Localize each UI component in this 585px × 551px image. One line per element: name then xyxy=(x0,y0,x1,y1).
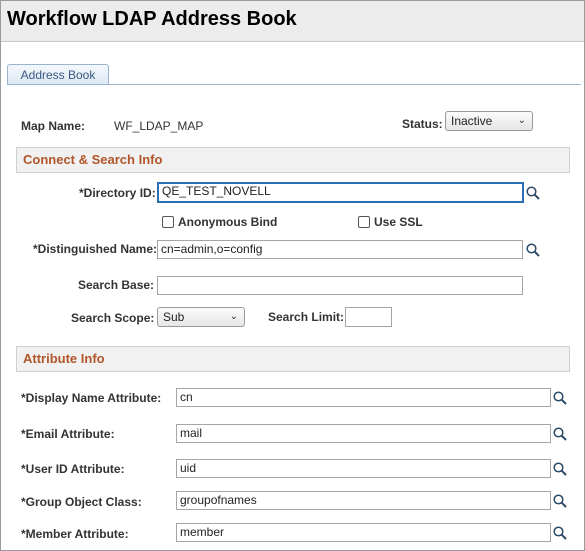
display-name-attribute-input[interactable]: cn xyxy=(176,388,551,407)
search-scope-label: Search Scope: xyxy=(71,311,155,325)
page-header: Workflow LDAP Address Book xyxy=(1,1,584,42)
connect-search-section-title: Connect & Search Info xyxy=(23,152,163,167)
magnifier-icon[interactable] xyxy=(552,426,568,442)
magnifier-icon[interactable] xyxy=(525,185,541,201)
search-base-input[interactable] xyxy=(157,276,523,295)
distinguished-name-label: *Distinguished Name: xyxy=(33,242,158,256)
page-frame: Workflow LDAP Address Book Address Book … xyxy=(0,0,585,551)
member-attribute-label: *Member Attribute: xyxy=(21,527,129,541)
email-attribute-input[interactable]: mail xyxy=(176,424,551,443)
directory-id-input[interactable]: QE_TEST_NOVELL xyxy=(157,182,524,203)
member-attribute-input[interactable]: member xyxy=(176,523,551,542)
group-object-class-label: *Group Object Class: xyxy=(21,495,142,509)
user-id-attribute-label: *User ID Attribute: xyxy=(21,462,125,476)
magnifier-icon[interactable] xyxy=(552,493,568,509)
group-object-class-input[interactable]: groupofnames xyxy=(176,491,551,510)
page-title: Workflow LDAP Address Book xyxy=(7,8,297,30)
search-limit-label: Search Limit: xyxy=(268,310,345,324)
attribute-info-section-header: Attribute Info xyxy=(16,346,570,372)
directory-id-label: *Directory ID: xyxy=(79,186,156,200)
attribute-info-section-title: Attribute Info xyxy=(23,351,105,366)
tab-divider xyxy=(7,84,581,85)
display-name-attribute-label: *Display Name Attribute: xyxy=(21,391,162,405)
connect-search-section-header: Connect & Search Info xyxy=(16,147,570,173)
magnifier-icon[interactable] xyxy=(552,461,568,477)
magnifier-icon[interactable] xyxy=(552,525,568,541)
tab-address-book[interactable]: Address Book xyxy=(7,64,109,85)
anonymous-bind-checkbox[interactable] xyxy=(162,216,174,228)
chevron-down-icon: ⌄ xyxy=(517,115,526,126)
status-select-value: Inactive xyxy=(451,114,493,128)
use-ssl-checkbox[interactable] xyxy=(358,216,370,228)
map-name-label: Map Name: xyxy=(21,119,86,133)
status-select[interactable]: Inactive ⌄ xyxy=(445,111,533,131)
search-scope-select-value: Sub xyxy=(163,310,185,324)
chevron-down-icon: ⌄ xyxy=(229,311,238,322)
map-name-value: WF_LDAP_MAP xyxy=(114,119,204,133)
magnifier-icon[interactable] xyxy=(552,390,568,406)
magnifier-icon[interactable] xyxy=(525,242,541,258)
search-limit-input[interactable] xyxy=(345,307,392,327)
email-attribute-label: *Email Attribute: xyxy=(21,427,115,441)
use-ssl-label: Use SSL xyxy=(374,215,423,229)
search-base-label: Search Base: xyxy=(78,278,155,292)
anonymous-bind-label: Anonymous Bind xyxy=(178,215,278,229)
status-label: Status: xyxy=(402,117,443,131)
user-id-attribute-input[interactable]: uid xyxy=(176,459,551,478)
search-scope-select[interactable]: Sub ⌄ xyxy=(157,307,245,327)
distinguished-name-input[interactable]: cn=admin,o=config xyxy=(157,240,523,259)
